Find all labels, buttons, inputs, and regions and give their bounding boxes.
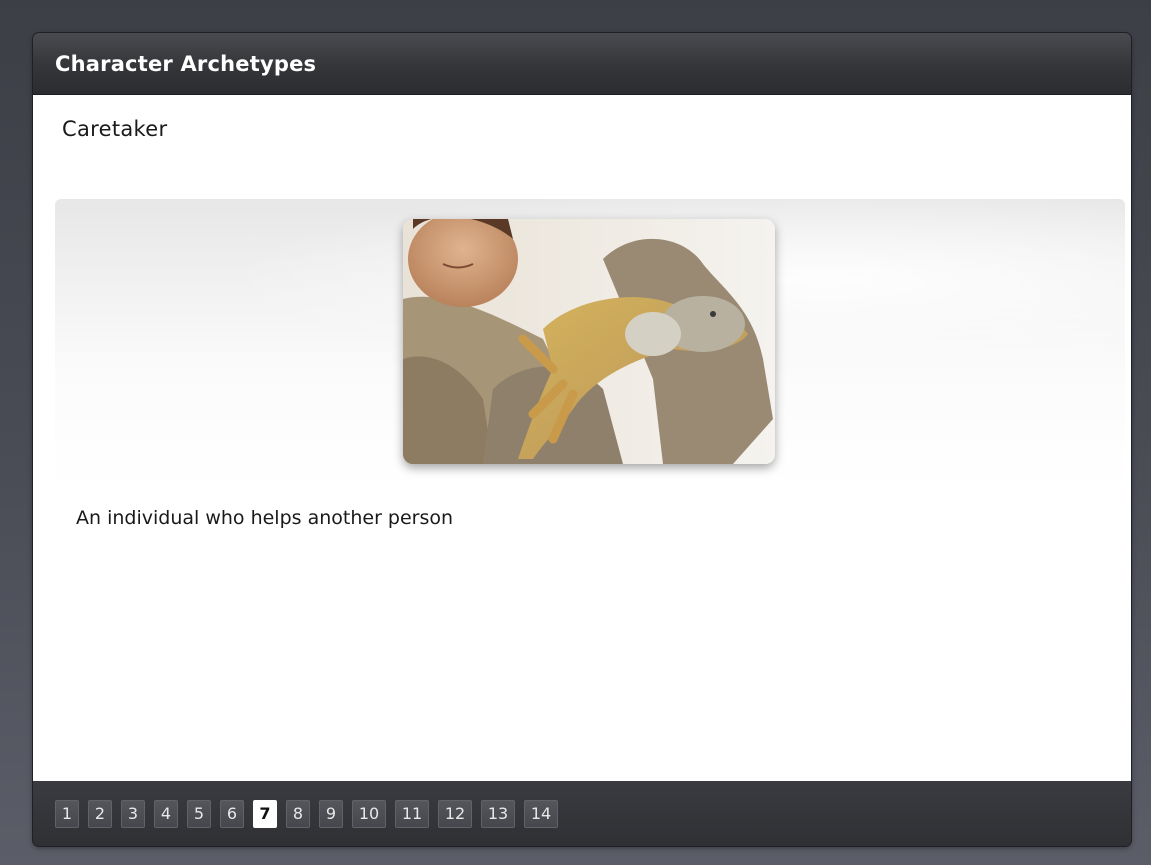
presentation-window: Character Archetypes Caretaker An indivi… (33, 33, 1131, 846)
page-button-4[interactable]: 4 (154, 799, 178, 828)
page-button-2[interactable]: 2 (88, 799, 112, 828)
caretaker-iguana-image (403, 219, 775, 464)
slide-content: Caretaker An individual who helps anothe… (33, 95, 1131, 781)
page-button-14[interactable]: 14 (524, 799, 558, 828)
page-button-7-current[interactable]: 7 (253, 799, 277, 828)
page-button-12[interactable]: 12 (438, 799, 472, 828)
page-button-3[interactable]: 3 (121, 799, 145, 828)
page-button-9[interactable]: 9 (319, 799, 343, 828)
slide-photo (403, 219, 775, 464)
presentation-title: Character Archetypes (55, 51, 317, 76)
page-button-10[interactable]: 10 (352, 799, 386, 828)
page-button-11[interactable]: 11 (395, 799, 429, 828)
page-button-13[interactable]: 13 (481, 799, 515, 828)
page-button-1[interactable]: 1 (55, 799, 79, 828)
page-button-8[interactable]: 8 (286, 799, 310, 828)
page-button-5[interactable]: 5 (187, 799, 211, 828)
slide-heading: Caretaker (62, 117, 168, 141)
page-button-6[interactable]: 6 (220, 799, 244, 828)
slide-pager: 1 2 3 4 5 6 7 8 9 10 11 12 13 14 (33, 781, 1131, 846)
slide-description: An individual who helps another person (76, 507, 454, 529)
title-bar: Character Archetypes (33, 33, 1131, 95)
